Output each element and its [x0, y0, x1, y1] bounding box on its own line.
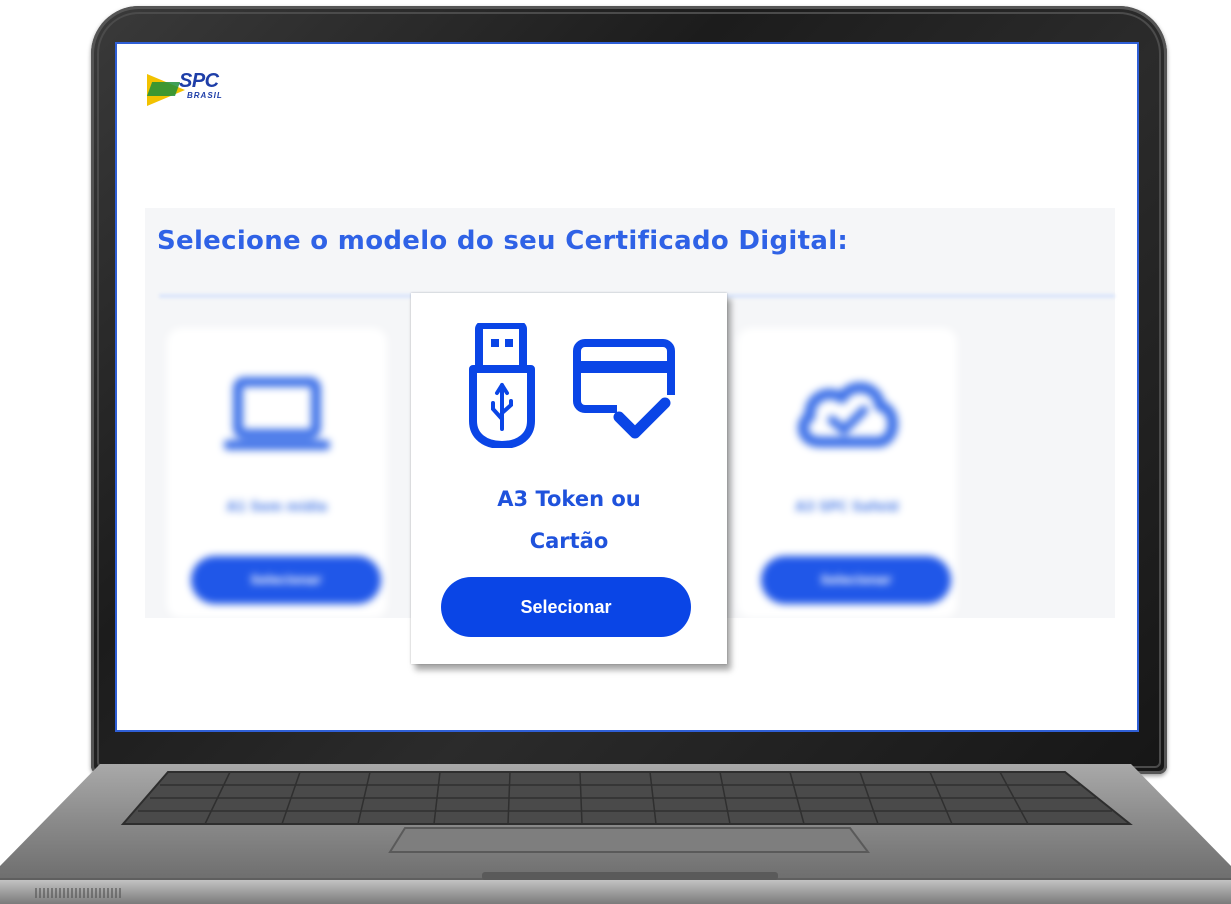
- card-a3-token: A3 Token ou Cartão Selecionar: [411, 293, 727, 664]
- card-a1: A1 Sem mídia Selecionar: [167, 328, 387, 618]
- card-a3-token-label: A3 Token ou Cartão: [411, 478, 727, 562]
- cloud-check-icon: [792, 376, 902, 460]
- select-a3-token-button[interactable]: Selecionar: [441, 577, 691, 637]
- card-a3-token-label-line1: A3 Token ou: [497, 487, 641, 511]
- logo-subtitle: BRASIL: [187, 91, 223, 100]
- select-a1-button[interactable]: Selecionar: [191, 556, 381, 604]
- spc-brasil-logo: SPC BRASIL: [147, 70, 257, 112]
- card-a3-token-label-line2: Cartão: [529, 529, 609, 553]
- logo-text: SPC: [179, 70, 219, 92]
- laptop-base: [0, 764, 1231, 904]
- card-a1-label: A1 Sem mídia: [226, 500, 328, 515]
- page-title: Selecione o modelo do seu Certificado Di…: [157, 226, 849, 256]
- select-a3-safeid-button[interactable]: Selecionar: [761, 556, 951, 604]
- card-a3-safeid: A3 SPC Safeid Selecionar: [737, 328, 957, 618]
- logo-flag-stripe: [147, 82, 181, 96]
- card-a3-token-icons: [469, 321, 679, 449]
- card-a3-safeid-label: A3 SPC Safeid: [795, 500, 899, 515]
- laptop-icon: [222, 376, 332, 460]
- usb-token-icon: [469, 321, 677, 449]
